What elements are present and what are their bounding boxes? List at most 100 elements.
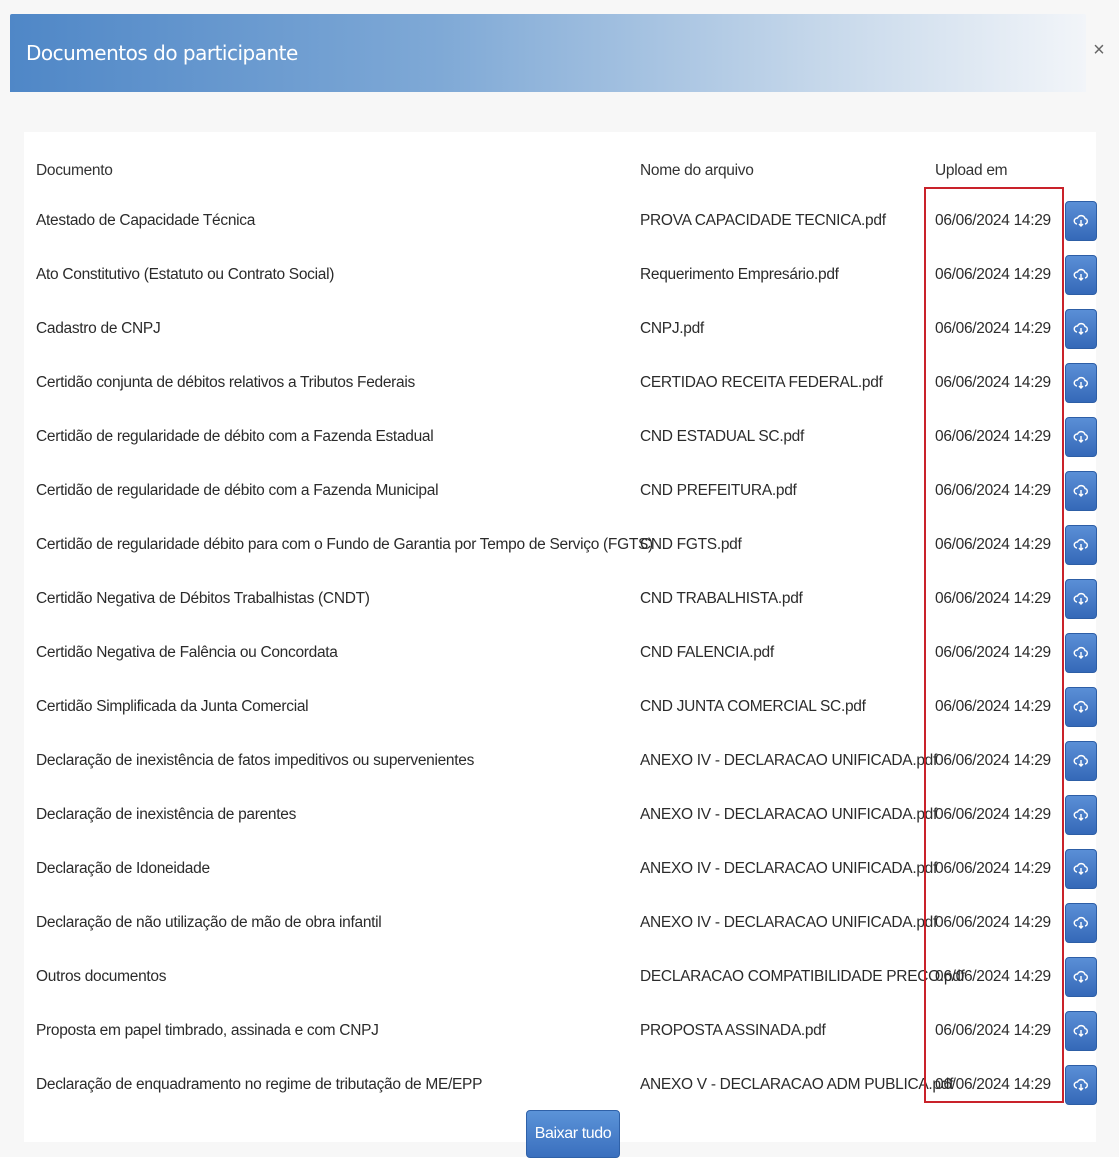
download-button[interactable] bbox=[1065, 903, 1097, 943]
file-name[interactable]: DECLARACAO COMPATIBILIDADE PRECO.pdf bbox=[640, 968, 965, 986]
download-button[interactable] bbox=[1065, 1011, 1097, 1051]
upload-date: 06/06/2024 14:29 bbox=[935, 590, 1051, 607]
upload-date: 06/06/2024 14:29 bbox=[935, 860, 1051, 877]
document-name: Certidão conjunta de débitos relativos a… bbox=[36, 374, 415, 391]
download-button[interactable] bbox=[1065, 417, 1097, 457]
document-name: Declaração de inexistência de fatos impe… bbox=[36, 752, 475, 769]
file-name[interactable]: ANEXO IV - DECLARACAO UNIFICADA.pdf bbox=[640, 914, 937, 932]
download-button[interactable] bbox=[1065, 201, 1097, 241]
table-row: Declaração de Idoneidade ANEXO IV - DECL… bbox=[24, 842, 1097, 896]
cloud-download-icon bbox=[1073, 754, 1088, 767]
download-button[interactable] bbox=[1065, 741, 1097, 781]
document-name: Outros documentos bbox=[36, 968, 167, 985]
upload-date: 06/06/2024 14:29 bbox=[935, 482, 1051, 499]
file-name[interactable]: CND ESTADUAL SC.pdf bbox=[640, 428, 804, 446]
upload-date: 06/06/2024 14:29 bbox=[935, 752, 1051, 769]
file-name[interactable]: ANEXO IV - DECLARACAO UNIFICADA.pdf bbox=[640, 752, 937, 770]
download-button[interactable] bbox=[1065, 633, 1097, 673]
upload-date: 06/06/2024 14:29 bbox=[935, 1022, 1051, 1039]
download-button[interactable] bbox=[1065, 1065, 1097, 1105]
file-name[interactable]: PROVA CAPACIDADE TECNICA.pdf bbox=[640, 212, 886, 230]
cloud-download-icon bbox=[1073, 376, 1088, 389]
cloud-download-icon bbox=[1073, 808, 1088, 821]
download-button[interactable] bbox=[1065, 255, 1097, 295]
download-button[interactable] bbox=[1065, 795, 1097, 835]
file-name[interactable]: CND TRABALHISTA.pdf bbox=[640, 590, 803, 608]
cloud-download-icon bbox=[1073, 1078, 1088, 1091]
modal-header: Documentos do participante bbox=[10, 14, 1086, 92]
upload-date: 06/06/2024 14:29 bbox=[935, 806, 1051, 823]
file-name[interactable]: CERTIDAO RECEITA FEDERAL.pdf bbox=[640, 374, 883, 392]
file-name[interactable]: CND JUNTA COMERCIAL SC.pdf bbox=[640, 698, 866, 716]
document-name: Cadastro de CNPJ bbox=[36, 320, 161, 337]
upload-date: 06/06/2024 14:29 bbox=[935, 1076, 1051, 1093]
download-button[interactable] bbox=[1065, 957, 1097, 997]
upload-date: 06/06/2024 14:29 bbox=[935, 914, 1051, 931]
file-name[interactable]: ANEXO IV - DECLARACAO UNIFICADA.pdf bbox=[640, 806, 937, 824]
upload-date: 06/06/2024 14:29 bbox=[935, 428, 1051, 445]
file-name[interactable]: CND PREFEITURA.pdf bbox=[640, 482, 797, 500]
document-name: Certidão Negativa de Falência ou Concord… bbox=[36, 644, 338, 661]
modal-title: Documentos do participante bbox=[26, 41, 298, 65]
file-name[interactable]: ANEXO V - DECLARACAO ADM PUBLICA.pdf bbox=[640, 1076, 953, 1094]
table-row: Cadastro de CNPJ CNPJ.pdf 06/06/2024 14:… bbox=[24, 302, 1097, 356]
table-row: Certidão de regularidade débito para com… bbox=[24, 518, 1097, 572]
table-row: Declaração de inexistência de parentes A… bbox=[24, 788, 1097, 842]
table-row: Outros documentos DECLARACAO COMPATIBILI… bbox=[24, 950, 1097, 1004]
download-all-button[interactable]: Baixar tudo bbox=[526, 1110, 620, 1158]
cloud-download-icon bbox=[1073, 268, 1088, 281]
table-row: Certidão de regularidade de débito com a… bbox=[24, 410, 1097, 464]
table-row: Certidão de regularidade de débito com a… bbox=[24, 464, 1097, 518]
download-button[interactable] bbox=[1065, 687, 1097, 727]
document-name: Certidão de regularidade de débito com a… bbox=[36, 482, 439, 499]
table-row: Declaração de não utilização de mão de o… bbox=[24, 896, 1097, 950]
cloud-download-icon bbox=[1073, 700, 1088, 713]
close-icon[interactable]: × bbox=[1087, 38, 1111, 62]
cloud-download-icon bbox=[1073, 214, 1088, 227]
table-row: Ato Constitutivo (Estatuto ou Contrato S… bbox=[24, 248, 1097, 302]
cloud-download-icon bbox=[1073, 322, 1088, 335]
header-file-name: Nome do arquivo bbox=[640, 162, 754, 179]
download-button[interactable] bbox=[1065, 849, 1097, 889]
cloud-download-icon bbox=[1073, 430, 1088, 443]
documents-table: Documento Nome do arquivo Upload em Ates… bbox=[24, 132, 1097, 1112]
document-name: Ato Constitutivo (Estatuto ou Contrato S… bbox=[36, 266, 335, 283]
table-body: Atestado de Capacidade Técnica PROVA CAP… bbox=[24, 194, 1097, 1112]
table-row: Certidão Simplificada da Junta Comercial… bbox=[24, 680, 1097, 734]
upload-date: 06/06/2024 14:29 bbox=[935, 536, 1051, 553]
header-document: Documento bbox=[36, 162, 113, 179]
upload-date: 06/06/2024 14:29 bbox=[935, 644, 1051, 661]
file-name[interactable]: CND FGTS.pdf bbox=[640, 536, 742, 554]
cloud-download-icon bbox=[1073, 592, 1088, 605]
download-button[interactable] bbox=[1065, 309, 1097, 349]
download-button[interactable] bbox=[1065, 363, 1097, 403]
file-name[interactable]: ANEXO IV - DECLARACAO UNIFICADA.pdf bbox=[640, 860, 937, 878]
document-name: Certidão Simplificada da Junta Comercial bbox=[36, 698, 309, 715]
upload-date: 06/06/2024 14:29 bbox=[935, 968, 1051, 985]
cloud-download-icon bbox=[1073, 1024, 1088, 1037]
file-name[interactable]: CNPJ.pdf bbox=[640, 320, 704, 338]
cloud-download-icon bbox=[1073, 646, 1088, 659]
table-row: Certidão Negativa de Débitos Trabalhista… bbox=[24, 572, 1097, 626]
cloud-download-icon bbox=[1073, 862, 1088, 875]
document-name: Declaração de não utilização de mão de o… bbox=[36, 914, 382, 931]
document-name: Certidão Negativa de Débitos Trabalhista… bbox=[36, 590, 370, 607]
document-name: Declaração de enquadramento no regime de… bbox=[36, 1076, 483, 1093]
table-row: Atestado de Capacidade Técnica PROVA CAP… bbox=[24, 194, 1097, 248]
document-name: Certidão de regularidade débito para com… bbox=[36, 536, 653, 553]
documents-panel: Documento Nome do arquivo Upload em Ates… bbox=[24, 132, 1097, 1158]
download-button[interactable] bbox=[1065, 471, 1097, 511]
download-button[interactable] bbox=[1065, 525, 1097, 565]
file-name[interactable]: PROPOSTA ASSINADA.pdf bbox=[640, 1022, 826, 1040]
cloud-download-icon bbox=[1073, 484, 1088, 497]
upload-date: 06/06/2024 14:29 bbox=[935, 212, 1051, 229]
header-upload-date: Upload em bbox=[935, 162, 1008, 179]
document-name: Declaração de Idoneidade bbox=[36, 860, 210, 877]
file-name[interactable]: Requerimento Empresário.pdf bbox=[640, 266, 839, 284]
document-name: Certidão de regularidade de débito com a… bbox=[36, 428, 434, 445]
download-button[interactable] bbox=[1065, 579, 1097, 619]
document-name: Atestado de Capacidade Técnica bbox=[36, 212, 256, 229]
document-name: Proposta em papel timbrado, assinada e c… bbox=[36, 1022, 379, 1039]
file-name[interactable]: CND FALENCIA.pdf bbox=[640, 644, 774, 662]
upload-date: 06/06/2024 14:29 bbox=[935, 374, 1051, 391]
